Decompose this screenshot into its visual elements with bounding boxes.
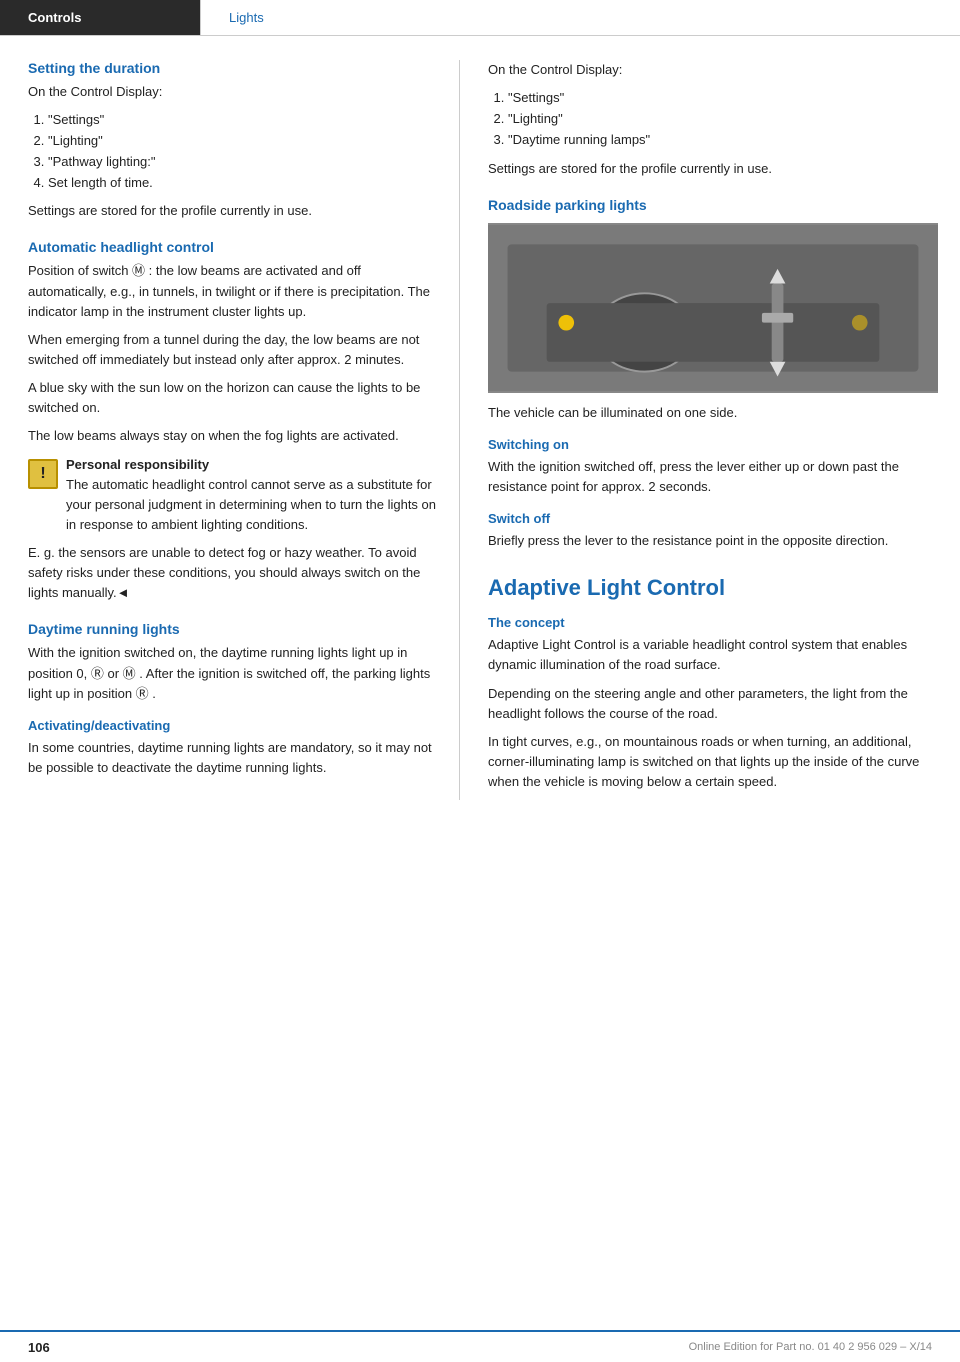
switch-off-title: Switch off xyxy=(488,511,938,526)
warning-text: The automatic headlight control cannot s… xyxy=(66,475,437,535)
activating-deactivating-title: Activating/deactivating xyxy=(28,718,437,733)
roadside-parking-title: Roadside parking lights xyxy=(488,197,938,213)
footer-text: Online Edition for Part no. 01 40 2 956 … xyxy=(689,1341,932,1353)
daytime-running-para1: With the ignition switched on, the dayti… xyxy=(28,643,437,703)
right-column: On the Control Display: "Settings" "Ligh… xyxy=(460,60,960,800)
page-header: Controls Lights xyxy=(0,0,960,36)
warning-icon: ! xyxy=(28,459,58,489)
auto-headlight-para5: E. g. the sensors are unable to detect f… xyxy=(28,543,437,603)
daytime-cont-footer: Settings are stored for the profile curr… xyxy=(488,159,938,179)
page-footer: 106 Online Edition for Part no. 01 40 2 … xyxy=(0,1330,960,1362)
left-column: Setting the duration On the Control Disp… xyxy=(0,60,460,800)
auto-headlight-para4: The low beams always stay on when the fo… xyxy=(28,426,437,446)
roadside-parking-image xyxy=(488,223,938,393)
warning-box: ! Personal responsibility The automatic … xyxy=(28,457,437,535)
daytime-cont-steps: "Settings" "Lighting" "Daytime running l… xyxy=(488,88,938,150)
daytime-step-2: "Lighting" xyxy=(508,109,938,130)
switch-off-para: Briefly press the lever to the resistanc… xyxy=(488,531,938,551)
the-concept-title: The concept xyxy=(488,615,938,630)
section-auto-headlight: Automatic headlight control Position of … xyxy=(28,239,437,603)
daytime-step-1: "Settings" xyxy=(508,88,938,109)
section-roadside-parking: Roadside parking lights xyxy=(488,197,938,552)
section-adaptive-light: Adaptive Light Control The concept Adapt… xyxy=(488,575,938,792)
setting-step-2: "Lighting" xyxy=(48,131,437,152)
section-setting-duration: Setting the duration On the Control Disp… xyxy=(28,60,437,221)
auto-headlight-para2: When emerging from a tunnel during the d… xyxy=(28,330,437,370)
daytime-step-3: "Daytime running lamps" xyxy=(508,130,938,151)
setting-duration-footer: Settings are stored for the profile curr… xyxy=(28,201,437,221)
switching-on-para: With the ignition switched off, press th… xyxy=(488,457,938,497)
adaptive-light-para2: Depending on the steering angle and othe… xyxy=(488,684,938,724)
daytime-running-title: Daytime running lights xyxy=(28,621,437,637)
setting-duration-steps: "Settings" "Lighting" "Pathway lighting:… xyxy=(28,110,437,193)
switching-on-title: Switching on xyxy=(488,437,938,452)
header-controls-tab[interactable]: Controls xyxy=(0,0,200,35)
adaptive-light-para3: In tight curves, e.g., on mountainous ro… xyxy=(488,732,938,792)
main-content: Setting the duration On the Control Disp… xyxy=(0,36,960,800)
section-daytime-cont: On the Control Display: "Settings" "Ligh… xyxy=(488,60,938,179)
activating-deactivating-para: In some countries, daytime running light… xyxy=(28,738,437,778)
auto-headlight-title: Automatic headlight control xyxy=(28,239,437,255)
auto-headlight-para1: Position of switch Ⓜ : the low beams are… xyxy=(28,261,437,321)
setting-duration-intro: On the Control Display: xyxy=(28,82,437,102)
setting-duration-title: Setting the duration xyxy=(28,60,437,76)
header-lights-tab[interactable]: Lights xyxy=(200,0,292,35)
adaptive-light-para1: Adaptive Light Control is a variable hea… xyxy=(488,635,938,675)
setting-step-3: "Pathway lighting:" xyxy=(48,152,437,173)
daytime-cont-intro: On the Control Display: xyxy=(488,60,938,80)
section-daytime-running: Daytime running lights With the ignition… xyxy=(28,621,437,778)
roadside-parking-caption: The vehicle can be illuminated on one si… xyxy=(488,403,938,423)
setting-step-1: "Settings" xyxy=(48,110,437,131)
auto-headlight-para3: A blue sky with the sun low on the horiz… xyxy=(28,378,437,418)
page-number: 106 xyxy=(28,1340,50,1355)
lights-label: Lights xyxy=(229,10,264,25)
warning-content: Personal responsibility The automatic he… xyxy=(66,457,437,535)
adaptive-light-title: Adaptive Light Control xyxy=(488,575,938,601)
setting-step-4: Set length of time. xyxy=(48,173,437,194)
controls-label: Controls xyxy=(28,10,81,25)
warning-title: Personal responsibility xyxy=(66,457,437,472)
